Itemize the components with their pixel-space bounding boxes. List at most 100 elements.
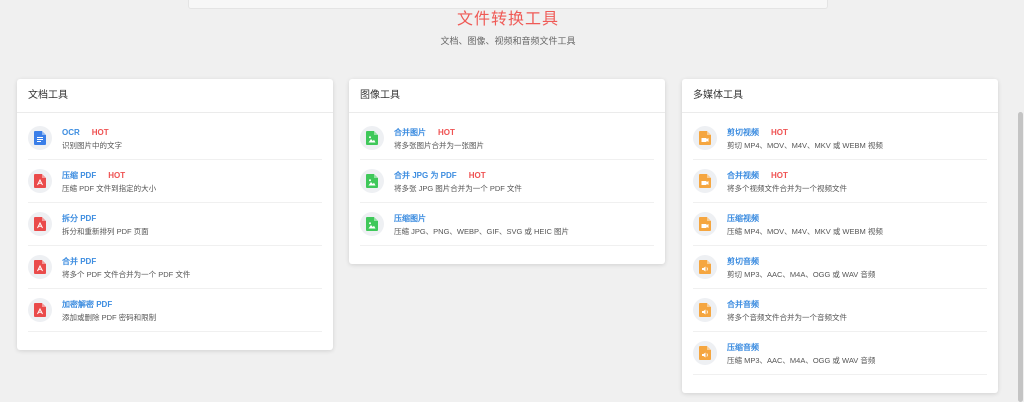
tool-title-line: 压缩 PDF HOT (62, 168, 156, 182)
tool-list: 剪切视频 HOT 剪切 MP4、MOV、M4V、MKV 或 WEBM 视频 合并视频 H… (682, 113, 998, 375)
tool-text: 合并 JPG 为 PDF HOT 将多张 JPG 图片合并为一个 PDF 文件 (394, 168, 522, 195)
tool-name-link[interactable]: 压缩音频 (727, 343, 759, 352)
tool-name-link[interactable]: 合并图片 (394, 128, 426, 137)
hot-badge: HOT (468, 170, 486, 180)
audio-icon (693, 341, 717, 365)
card-title: 文档工具 (17, 79, 333, 113)
video-icon (693, 169, 717, 193)
tool-item[interactable]: 压缩 PDF HOT 压缩 PDF 文件到指定的大小 (28, 160, 322, 203)
tool-name-link[interactable]: 压缩 PDF (62, 171, 96, 180)
tool-description: 剪切 MP4、MOV、M4V、MKV 或 WEBM 视频 (727, 140, 883, 150)
image-tools-card: 图像工具 合并图片 HOT 将多张图片合并为一张图片 合并 JPG 为 PDF HOT 将… (349, 79, 665, 264)
pdf-icon (28, 169, 52, 193)
tool-item[interactable]: 合并 JPG 为 PDF HOT 将多张 JPG 图片合并为一个 PDF 文件 (360, 160, 654, 203)
hot-badge: HOT (771, 127, 788, 137)
tool-name-link[interactable]: 合并视频 (727, 171, 759, 180)
tool-name-link[interactable]: 合并 JPG 为 PDF (394, 171, 457, 180)
tool-item[interactable]: 合并视频 HOT 将多个视频文件合并为一个视频文件 (693, 160, 987, 203)
tool-text: 合并图片 HOT 将多张图片合并为一张图片 (394, 125, 484, 152)
hot-badge: HOT (771, 170, 788, 180)
tool-text: 压缩视频压缩 MP4、MOV、M4V、MKV 或 WEBM 视频 (727, 211, 883, 238)
tool-description: 识别图片中的文字 (62, 140, 122, 150)
pdf-icon (28, 298, 52, 322)
tool-title-line: 合并图片 HOT (394, 125, 484, 139)
tool-description: 压缩 MP3、AAC、M4A、OGG 或 WAV 音频 (727, 355, 876, 365)
tool-title-line: 合并 PDF (62, 254, 190, 268)
pdf-icon (28, 212, 52, 236)
tool-description: 将多个 PDF 文件合并为一个 PDF 文件 (62, 269, 191, 279)
hot-badge: HOT (91, 127, 109, 137)
media-tools-card: 多媒体工具 剪切视频 HOT 剪切 MP4、MOV、M4V、MKV 或 WEBM 视… (682, 79, 998, 393)
page-subtitle: 文档、图像、视频和音频文件工具 (440, 36, 576, 46)
tool-description: 将多个视频文件合并为一个视频文件 (727, 183, 847, 193)
tool-title-line: 剪切视频 HOT (727, 125, 883, 139)
tool-item[interactable]: 拆分 PDF 拆分和重新排列 PDF 页面 (28, 203, 322, 246)
tool-text: 压缩 PDF HOT 压缩 PDF 文件到指定的大小 (62, 168, 156, 195)
card-title: 图像工具 (349, 79, 665, 113)
tool-text: 加密解密 PDF 添加或删除 PDF 密码和限制 (62, 297, 156, 324)
tool-description: 将多张 JPG 图片合并为一个 PDF 文件 (394, 183, 522, 193)
tool-description: 将多个音频文件合并为一个音频文件 (727, 312, 847, 322)
audio-icon (693, 298, 717, 322)
scrollbar[interactable] (1016, 0, 1024, 402)
tool-title-line: 加密解密 PDF (62, 297, 156, 311)
hot-badge: HOT (438, 127, 455, 137)
document-tools-card: 文档工具 OCR HOT 识别图片中的文字 压缩 PDF HOT 压缩 PDF 文件到指定… (17, 79, 333, 350)
tool-title-line: 压缩音频 (727, 340, 875, 354)
tool-title-line: 合并音频 (727, 297, 847, 311)
tool-text: 压缩音频压缩 MP3、AAC、M4A、OGG 或 WAV 音频 (727, 340, 875, 367)
pdf-icon (28, 255, 52, 279)
tool-name-link[interactable]: 压缩视频 (727, 214, 759, 223)
tool-list: OCR HOT 识别图片中的文字 压缩 PDF HOT 压缩 PDF 文件到指定的大小 拆分… (17, 113, 333, 332)
tool-item[interactable]: 合并 PDF 将多个 PDF 文件合并为一个 PDF 文件 (28, 246, 322, 289)
tool-description: 拆分和重新排列 PDF 页面 (62, 226, 149, 236)
audio-icon (693, 255, 717, 279)
tool-description: 将多张图片合并为一张图片 (394, 140, 484, 150)
tool-title-line: OCR HOT (62, 125, 122, 139)
tool-text: 拆分 PDF 拆分和重新排列 PDF 页面 (62, 211, 149, 238)
image-icon (360, 212, 384, 236)
tool-description: 压缩 JPG、PNG、WEBP、GIF、SVG 或 HEIC 图片 (394, 226, 570, 236)
tool-item[interactable]: OCR HOT 识别图片中的文字 (28, 117, 322, 160)
tool-name-link[interactable]: 拆分 PDF (62, 214, 96, 223)
tool-description: 剪切 MP3、AAC、M4A、OGG 或 WAV 音频 (727, 269, 876, 279)
image-icon (360, 126, 384, 150)
tool-name-link[interactable]: 合并 PDF (62, 257, 96, 266)
tool-text: 剪切音频剪切 MP3、AAC、M4A、OGG 或 WAV 音频 (727, 254, 875, 281)
top-bar (188, 0, 828, 9)
tool-text: 合并 PDF 将多个 PDF 文件合并为一个 PDF 文件 (62, 254, 190, 281)
tool-name-link[interactable]: 剪切视频 (727, 128, 759, 137)
tool-text: OCR HOT 识别图片中的文字 (62, 125, 122, 152)
card-title: 多媒体工具 (682, 79, 998, 113)
tool-item[interactable]: 压缩视频压缩 MP4、MOV、M4V、MKV 或 WEBM 视频 (693, 203, 987, 246)
hot-badge: HOT (108, 170, 126, 180)
tool-item[interactable]: 压缩图片压缩 JPG、PNG、WEBP、GIF、SVG 或 HEIC 图片 (360, 203, 654, 246)
video-icon (693, 126, 717, 150)
tool-name-link[interactable]: 压缩图片 (394, 214, 426, 223)
tool-name-link[interactable]: 合并音频 (727, 300, 759, 309)
tool-title-line: 压缩图片 (394, 211, 569, 225)
tool-item[interactable]: 合并音频将多个音频文件合并为一个音频文件 (693, 289, 987, 332)
tool-item[interactable]: 合并图片 HOT 将多张图片合并为一张图片 (360, 117, 654, 160)
tool-item[interactable]: 剪切视频 HOT 剪切 MP4、MOV、M4V、MKV 或 WEBM 视频 (693, 117, 987, 160)
tool-name-link[interactable]: 剪切音频 (727, 257, 759, 266)
doc-icon (28, 126, 52, 150)
tool-name-link[interactable]: 加密解密 PDF (62, 300, 112, 309)
tool-item[interactable]: 压缩音频压缩 MP3、AAC、M4A、OGG 或 WAV 音频 (693, 332, 987, 375)
tool-text: 压缩图片压缩 JPG、PNG、WEBP、GIF、SVG 或 HEIC 图片 (394, 211, 569, 238)
tool-name-link[interactable]: OCR (62, 128, 80, 137)
scrollbar-thumb[interactable] (1018, 112, 1023, 402)
tool-item[interactable]: 剪切音频剪切 MP3、AAC、M4A、OGG 或 WAV 音频 (693, 246, 987, 289)
tool-title-line: 合并视频 HOT (727, 168, 847, 182)
tool-text: 剪切视频 HOT 剪切 MP4、MOV、M4V、MKV 或 WEBM 视频 (727, 125, 883, 152)
tool-text: 合并视频 HOT 将多个视频文件合并为一个视频文件 (727, 168, 847, 195)
image-icon (360, 169, 384, 193)
tool-title-line: 拆分 PDF (62, 211, 149, 225)
tool-list: 合并图片 HOT 将多张图片合并为一张图片 合并 JPG 为 PDF HOT 将多张 JP… (349, 113, 665, 246)
tool-title-line: 压缩视频 (727, 211, 883, 225)
tool-item[interactable]: 加密解密 PDF 添加或删除 PDF 密码和限制 (28, 289, 322, 332)
tool-description: 压缩 MP4、MOV、M4V、MKV 或 WEBM 视频 (727, 226, 883, 236)
page-header: 文件转换工具 文档、图像、视频和音频文件工具 (0, 10, 1016, 47)
tool-description: 压缩 PDF 文件到指定的大小 (62, 183, 157, 193)
page-title: 文件转换工具 (456, 11, 559, 28)
